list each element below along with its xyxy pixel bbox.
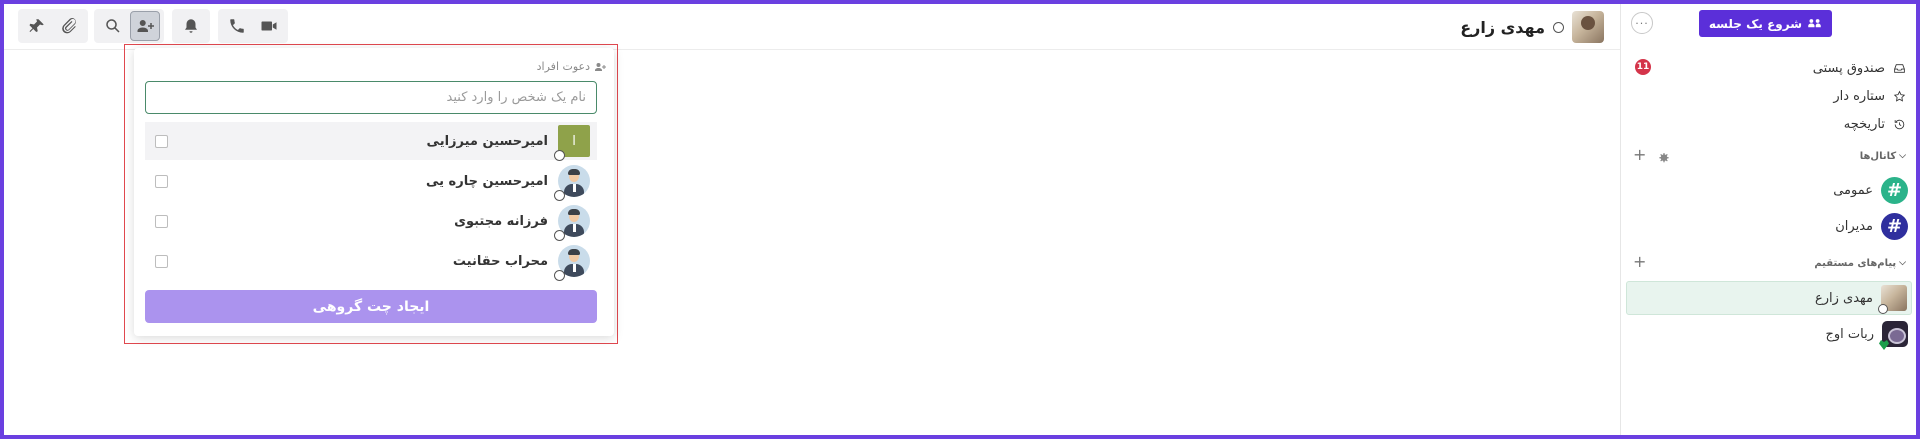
hashtag-icon: # xyxy=(1881,212,1908,240)
section-title: پیام‌های مستقیم xyxy=(1814,257,1897,269)
sidebar-item-label: ستاره دار xyxy=(1833,88,1885,104)
attachment-icon[interactable] xyxy=(54,11,84,41)
phone-icon[interactable] xyxy=(222,11,252,41)
status-icon xyxy=(1553,21,1564,33)
chat-main-area: مهدی زارع دعوت افراد ا امیرحسین میرزایی xyxy=(4,4,1620,435)
add-user-icon[interactable] xyxy=(130,11,160,41)
sidebar-item-inbox[interactable]: صندوق پستی xyxy=(1813,57,1906,79)
invite-user-row[interactable]: ا امیرحسین میرزایی xyxy=(145,122,597,161)
start-meeting-label: شروع یک جلسه xyxy=(1708,16,1802,31)
dm-section-header[interactable]: ⌵ پیام‌های مستقیم xyxy=(1814,255,1906,271)
sidebar-item-label: صندوق پستی xyxy=(1812,60,1885,76)
channel-label: مدیران xyxy=(1835,218,1873,234)
toolbar-group-people xyxy=(94,9,164,43)
sidebar: شروع یک جلسه ··· صندوق پستی 11 ستاره دار… xyxy=(1620,4,1916,435)
sidebar-item-label: تاریخچه xyxy=(1843,116,1885,132)
start-meeting-button[interactable]: شروع یک جلسه xyxy=(1698,10,1832,37)
invite-user-row[interactable]: فرزانه مجتبوی xyxy=(145,202,597,241)
invite-user-name: فرزانه مجتبوی xyxy=(454,213,548,229)
channels-section-header[interactable]: ⌵ کانال‌ها xyxy=(1860,148,1906,164)
create-group-chat-button[interactable]: ایجاد چت گروهی xyxy=(145,290,597,323)
dm-label: مهدی زارع xyxy=(1814,290,1873,306)
add-channel-button[interactable]: + xyxy=(1633,147,1646,163)
chevron-down-icon: ⌵ xyxy=(1899,151,1906,161)
avatar xyxy=(1879,321,1908,350)
invite-user-name: امیرحسین چاره یی xyxy=(426,173,548,189)
bell-icon[interactable] xyxy=(176,11,206,41)
video-icon[interactable] xyxy=(254,11,284,41)
avatar xyxy=(554,205,590,241)
meeting-icon xyxy=(1808,19,1821,28)
add-user-icon xyxy=(595,62,606,71)
add-dm-button[interactable]: + xyxy=(1633,254,1646,270)
hashtag-icon: # xyxy=(1881,176,1908,204)
sidebar-item-channel-general[interactable]: # عمومی xyxy=(1833,175,1908,205)
status-icon xyxy=(554,150,565,161)
invite-user-name: امیرحسین میرزایی xyxy=(426,133,548,149)
inbox-icon xyxy=(1894,63,1905,73)
history-icon xyxy=(1894,119,1905,129)
sidebar-item-starred[interactable]: ستاره دار xyxy=(1833,85,1906,107)
search-icon[interactable] xyxy=(98,11,128,41)
toolbar-group-notifications xyxy=(172,9,210,43)
status-icon xyxy=(554,190,565,201)
chevron-down-icon: ⌵ xyxy=(1899,258,1906,268)
select-checkbox[interactable] xyxy=(155,134,168,148)
section-title: کانال‌ها xyxy=(1859,150,1897,162)
toolbar-group-calls xyxy=(218,9,288,43)
select-checkbox[interactable] xyxy=(155,174,168,188)
sidebar-item-history[interactable]: تاریخچه xyxy=(1844,113,1906,135)
select-checkbox[interactable] xyxy=(155,254,168,268)
popup-title: دعوت افراد xyxy=(537,60,606,73)
invite-user-name: محراب حقانیت xyxy=(452,253,548,269)
avatar xyxy=(554,245,590,281)
avatar: ا xyxy=(554,125,590,161)
sidebar-item-dm-mahdi[interactable]: مهدی زارع xyxy=(1626,281,1912,315)
invite-user-row[interactable]: محراب حقانیت xyxy=(145,242,597,281)
avatar xyxy=(1572,11,1604,43)
invite-user-row[interactable]: امیرحسین چاره یی xyxy=(145,162,597,201)
invite-people-popup: دعوت افراد ا امیرحسین میرزایی امیرحسین چ… xyxy=(134,48,614,336)
chat-header-user[interactable]: مهدی زارع xyxy=(1460,10,1620,44)
page-title: مهدی زارع xyxy=(1460,17,1545,37)
toolbar-group-attachments xyxy=(18,9,88,43)
channel-label: عمومی xyxy=(1833,182,1873,198)
status-icon xyxy=(554,270,565,281)
popup-title-label: دعوت افراد xyxy=(536,60,590,73)
status-icon xyxy=(554,230,565,241)
pin-icon[interactable] xyxy=(22,11,52,41)
invite-search-input[interactable] xyxy=(145,81,597,114)
dm-label: ربات اوج xyxy=(1825,326,1874,342)
status-icon xyxy=(1878,304,1888,314)
select-checkbox[interactable] xyxy=(155,214,168,228)
avatar xyxy=(554,165,590,201)
app-window: مهدی زارع دعوت افراد ا امیرحسین میرزایی xyxy=(4,4,1916,435)
avatar xyxy=(1878,285,1907,314)
sidebar-item-dm-bot[interactable]: ربات اوج xyxy=(1626,317,1912,351)
sidebar-item-channel-admins[interactable]: # مدیران xyxy=(1835,211,1908,241)
star-icon xyxy=(1893,90,1906,102)
unread-badge: 11 xyxy=(1635,59,1651,75)
gear-icon[interactable] xyxy=(1658,149,1670,163)
more-options-button[interactable]: ··· xyxy=(1631,12,1653,34)
